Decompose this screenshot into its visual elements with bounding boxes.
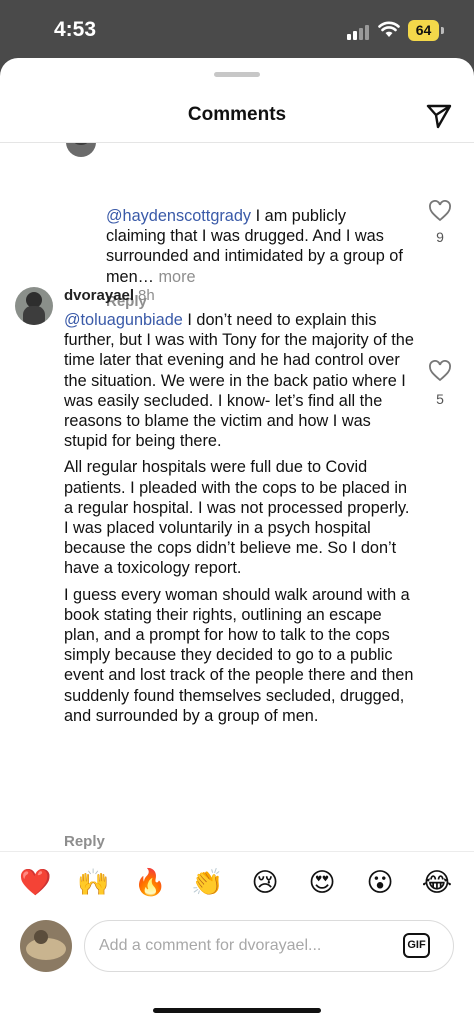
comment-username[interactable]: dvorayael 8h — [64, 287, 155, 304]
paper-plane-icon[interactable] — [425, 102, 453, 130]
like-count: 5 — [436, 391, 444, 407]
mention-link[interactable]: @haydenscottgrady — [106, 207, 251, 225]
avatar[interactable] — [66, 143, 96, 157]
cellular-signal-icon — [347, 24, 371, 40]
comments-sheet: Comments @haydenscottgrady I am publicly… — [0, 58, 474, 1025]
heart-outline-icon[interactable] — [428, 360, 452, 382]
battery-indicator: 64 — [408, 20, 439, 41]
emoji-crying-face[interactable]: 😢 — [249, 866, 281, 898]
emoji-fire[interactable]: 🔥 — [134, 866, 166, 898]
comment-composer: GIF — [0, 913, 474, 983]
comment-text: @haydenscottgrady I am publicly claiming… — [106, 206, 406, 287]
comment-body: I don’t need to explain this further, bu… — [64, 311, 414, 451]
emoji-heart-eyes[interactable]: 😍 — [306, 866, 338, 898]
more-link[interactable]: more — [159, 268, 196, 286]
emoji-bar: ❤️ 🙌 🔥 👏 😢 😍 😮 😂 — [0, 851, 474, 913]
like-count: 9 — [436, 229, 444, 245]
emoji-raising-hands[interactable]: 🙌 — [77, 866, 109, 898]
status-bar: 4:53 64 — [0, 0, 474, 58]
wifi-icon — [378, 21, 400, 37]
comment-time: 8h — [138, 287, 155, 304]
mention-link[interactable]: @toluagunbiade — [64, 311, 183, 329]
home-indicator — [153, 1008, 321, 1013]
sheet-title: Comments — [187, 104, 287, 125]
comment-paragraph: I guess every woman should walk around w… — [64, 585, 414, 725]
reply-button[interactable]: Reply — [64, 833, 105, 850]
heart-outline-icon[interactable] — [428, 200, 452, 222]
emoji-tears-of-joy[interactable]: 😂 — [421, 866, 453, 898]
comment-input[interactable] — [84, 920, 454, 972]
avatar[interactable] — [15, 287, 53, 325]
sheet-grabber[interactable] — [214, 72, 260, 77]
battery-tip — [441, 27, 444, 34]
emoji-clapping-hands[interactable]: 👏 — [191, 866, 223, 898]
comments-list[interactable]: @haydenscottgrady I am publicly claiming… — [0, 143, 474, 851]
emoji-open-mouth[interactable]: 😮 — [364, 866, 396, 898]
status-time: 4:53 — [54, 18, 97, 41]
comment-paragraph: All regular hospitals were full due to C… — [64, 458, 410, 578]
my-avatar[interactable] — [20, 920, 72, 972]
emoji-red-heart[interactable]: ❤️ — [19, 866, 51, 898]
gif-icon[interactable]: GIF — [403, 933, 430, 958]
comment-text: @toluagunbiade I don’t need to explain t… — [64, 310, 416, 732]
username-text[interactable]: dvorayael — [64, 287, 134, 304]
